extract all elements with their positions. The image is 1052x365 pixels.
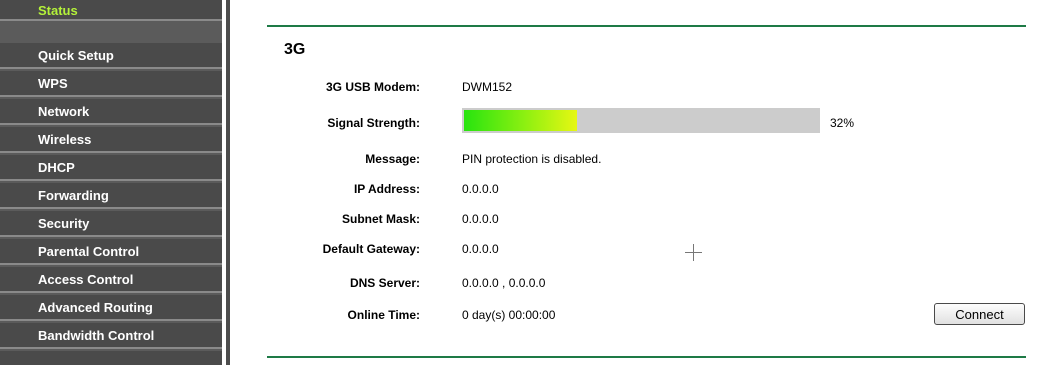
sidebar-item-quick-setup[interactable]: Quick Setup bbox=[0, 43, 222, 69]
sidebar-item-wireless[interactable]: Wireless bbox=[0, 127, 222, 153]
sidebar-item-security[interactable]: Security bbox=[0, 211, 222, 237]
signal-percent: 32% bbox=[830, 116, 855, 130]
dns-server-value: 0.0.0.0 , 0.0.0.0 bbox=[462, 276, 546, 290]
section-title: 3G bbox=[284, 41, 306, 58]
online-time-label: Online Time: bbox=[347, 308, 420, 322]
bottom-rule bbox=[267, 356, 1026, 358]
default-gateway-value: 0.0.0.0 bbox=[462, 242, 499, 256]
sidebar-item-bandwidth-control[interactable]: Bandwidth Control bbox=[0, 323, 222, 349]
sidebar-item-wps[interactable]: WPS bbox=[0, 71, 222, 97]
sidebar-divider bbox=[226, 0, 230, 365]
sidebar-item-network[interactable]: Network bbox=[0, 99, 222, 125]
dns-server-label: DNS Server: bbox=[349, 276, 420, 290]
signal-label: Signal Strength: bbox=[327, 116, 420, 130]
sidebar-menu: Status Quick Setup WPS Network Wireless … bbox=[0, 0, 222, 365]
connect-button[interactable]: Connect bbox=[934, 303, 1025, 325]
sidebar-item-advanced-routing[interactable]: Advanced Routing bbox=[0, 295, 222, 321]
sidebar-item-dhcp[interactable]: DHCP bbox=[0, 155, 222, 181]
sidebar-item-access-control[interactable]: Access Control bbox=[0, 267, 222, 293]
signal-strength-bar bbox=[462, 108, 820, 133]
sidebar-item-forwarding[interactable]: Forwarding bbox=[0, 183, 222, 209]
top-rule bbox=[267, 25, 1026, 27]
sidebar-item-more[interactable] bbox=[0, 351, 222, 365]
sidebar-item-status[interactable]: Status bbox=[0, 0, 222, 21]
message-label: Message: bbox=[365, 152, 420, 166]
ip-address-value: 0.0.0.0 bbox=[462, 182, 499, 196]
sidebar-item-parental-control[interactable]: Parental Control bbox=[0, 239, 222, 265]
signal-strength-fill bbox=[464, 110, 577, 131]
subnet-mask-value: 0.0.0.0 bbox=[462, 212, 499, 226]
modem-value: DWM152 bbox=[462, 80, 513, 94]
subnet-mask-label: Subnet Mask: bbox=[341, 212, 420, 226]
ip-address-label: IP Address: bbox=[353, 182, 420, 196]
crosshair-cursor-icon bbox=[685, 244, 702, 261]
online-time-value: 0 day(s) 00:00:00 bbox=[462, 308, 556, 322]
modem-label: 3G USB Modem: bbox=[325, 80, 420, 94]
default-gateway-label: Default Gateway: bbox=[322, 242, 420, 256]
message-value: PIN protection is disabled. bbox=[462, 152, 602, 166]
